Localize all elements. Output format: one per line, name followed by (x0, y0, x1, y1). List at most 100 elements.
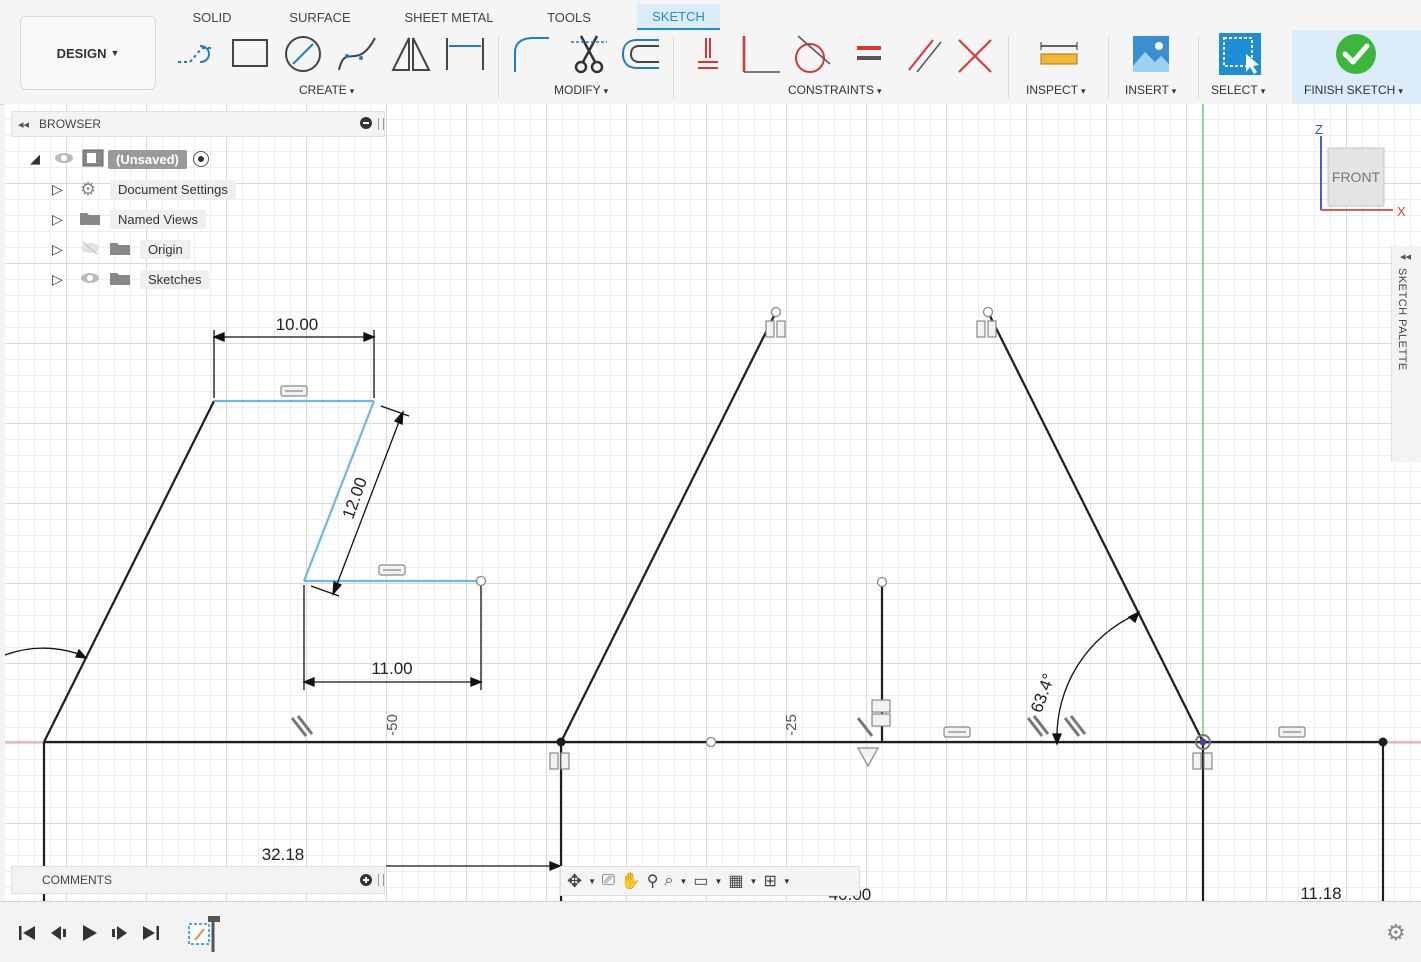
constraints-menu[interactable]: CONSTRAINTS ▾ (788, 83, 882, 97)
tab-sheet-metal[interactable]: SHEET METAL (400, 4, 498, 30)
fillet-tool[interactable] (509, 32, 553, 76)
parallel-tool[interactable] (901, 32, 945, 76)
view-cube[interactable]: FRONT Z X (1305, 118, 1415, 218)
create-menu[interactable]: CREATE ▾ (299, 83, 354, 97)
comments-header[interactable]: COMMENTS (11, 866, 385, 894)
tree-item-named-views[interactable]: ▷ Named Views (52, 208, 206, 230)
tangent-tool[interactable] (790, 32, 834, 76)
dropdown-caret-icon[interactable]: ▼ (714, 877, 722, 886)
spline-tool[interactable] (335, 32, 379, 76)
dimension-tool[interactable] (443, 32, 487, 76)
sketch-points[interactable] (475, 306, 1388, 750)
perpendicular-tool[interactable] (738, 32, 782, 76)
trim-tool[interactable] (567, 32, 611, 76)
timeline-sketch-feature-icon[interactable] (186, 914, 222, 954)
expand-arrow-icon[interactable]: ▷ (52, 271, 80, 288)
plus-icon[interactable] (360, 874, 372, 886)
finish-sketch-menu[interactable]: FINISH SKETCH ▾ (1304, 83, 1403, 97)
inspect-menu[interactable]: INSPECT ▾ (1026, 83, 1086, 97)
minus-icon[interactable] (360, 117, 372, 129)
select-tool[interactable] (1218, 32, 1262, 76)
fix-constraint-tool[interactable] (686, 32, 730, 76)
expand-arrow-icon[interactable]: ▷ (52, 211, 80, 228)
scissors-icon (571, 35, 607, 74)
zoom-icon[interactable]: ⚲ (647, 871, 659, 891)
pan-hand-icon[interactable]: ✋ (621, 871, 641, 891)
left-slant-line[interactable] (43, 400, 215, 743)
tree-root[interactable]: ◢ (Unsaved) (30, 148, 209, 170)
root-component-label[interactable]: (Unsaved) (108, 149, 187, 169)
middle-left-line[interactable] (560, 311, 777, 743)
radio-target-icon[interactable] (192, 151, 209, 167)
tab-sketch[interactable]: SKETCH (637, 4, 720, 30)
look-at-icon[interactable]: ⎚ (602, 872, 615, 890)
circle-tool[interactable] (281, 32, 325, 76)
insert-image-tool[interactable] (1129, 32, 1173, 76)
image-icon (1133, 36, 1169, 72)
viewports-icon[interactable]: ⊞ (763, 871, 776, 891)
sketch-canvas[interactable]: 10.00 11.00 12.00 63.4° 32.18 11.18 40.0… (5, 104, 1421, 901)
step-forward-icon[interactable] (109, 922, 131, 944)
modify-menu[interactable]: MODIFY ▾ (554, 83, 608, 97)
tab-solid[interactable]: SOLID (186, 4, 238, 30)
sketch-palette-tab[interactable]: ◂◂ SKETCH PALETTE (1391, 246, 1421, 462)
collinear-tool[interactable] (953, 32, 997, 76)
dimension-angle[interactable]: 63.4° (1027, 671, 1058, 715)
folder-icon (110, 241, 140, 258)
tab-tools[interactable]: TOOLS (540, 4, 598, 30)
rectangle-tool[interactable] (228, 32, 272, 76)
horizontal-constraint-icon (1278, 726, 1306, 738)
browser-header[interactable]: ◂◂ BROWSER (11, 111, 385, 137)
middle-right-line[interactable] (987, 311, 1204, 743)
rectangle-icon (232, 39, 268, 67)
offset-tool[interactable] (619, 32, 663, 76)
measure-tool[interactable] (1037, 32, 1081, 76)
go-to-end-icon[interactable] (140, 922, 162, 944)
finish-sketch-button[interactable] (1334, 32, 1378, 76)
timeline-settings-gear-icon[interactable]: ⚙ (1386, 920, 1406, 946)
tab-surface[interactable]: SURFACE (284, 4, 356, 30)
dimension-right-offset[interactable]: 11.18 (1300, 884, 1341, 901)
collapse-icon[interactable]: ◂◂ (1400, 250, 1411, 263)
panel-grip-icon[interactable] (378, 874, 384, 886)
display-settings-icon[interactable]: ▭ (693, 871, 708, 891)
eye-icon[interactable] (80, 271, 110, 288)
zoom-window-icon[interactable]: ⌕ (664, 872, 673, 890)
line-tool[interactable] (174, 32, 218, 76)
select-menu[interactable]: SELECT ▾ (1211, 83, 1265, 97)
axis-label-neg25: -25 (783, 714, 800, 736)
dropdown-caret-icon[interactable]: ▼ (783, 877, 791, 886)
collapse-browser-icon[interactable]: ◂◂ (18, 118, 29, 131)
insert-menu[interactable]: INSERT ▾ (1125, 83, 1176, 97)
sketch-geometry[interactable]: 10.00 11.00 12.00 63.4° 32.18 11.18 40.0… (5, 104, 1421, 901)
tree-item-sketches[interactable]: ▷ Sketches (52, 268, 210, 290)
expand-arrow-icon[interactable]: ▷ (52, 181, 80, 198)
expand-triangle-icon[interactable]: ◢ (30, 151, 54, 167)
fillet-icon (514, 37, 549, 72)
coincident-constraint-icon (976, 320, 997, 338)
orbit-icon[interactable]: ✥ (567, 871, 582, 892)
dropdown-caret-icon[interactable]: ▼ (750, 877, 758, 886)
dropdown-caret-icon[interactable]: ▼ (679, 877, 687, 886)
equal-tool[interactable] (847, 32, 891, 76)
folder-icon (80, 211, 110, 228)
mirror-tool[interactable] (389, 32, 433, 76)
dropdown-caret-icon[interactable]: ▼ (588, 877, 596, 886)
dimension-bottom-width[interactable]: 11.00 (371, 659, 412, 678)
play-icon[interactable] (78, 922, 100, 944)
eye-icon[interactable] (54, 151, 82, 168)
parallel-constraint-icon (1026, 715, 1050, 737)
panel-grip-icon[interactable] (378, 118, 384, 130)
design-workspace-button[interactable]: DESIGN ▼ (20, 16, 156, 90)
tree-item-origin[interactable]: ▷ Origin (52, 238, 191, 260)
dimension-top-width[interactable]: 10.00 (276, 315, 319, 334)
eye-hidden-icon[interactable] (80, 240, 110, 258)
go-to-start-icon[interactable] (16, 922, 38, 944)
dimension-left-offset[interactable]: 32.18 (262, 845, 305, 864)
grid-settings-icon[interactable]: ▦ (728, 871, 743, 891)
expand-arrow-icon[interactable]: ▷ (52, 241, 80, 258)
checkmark-icon (1336, 34, 1376, 74)
constraint-glyphs[interactable] (280, 320, 1306, 770)
tree-item-document-settings[interactable]: ▷ ⚙ Document Settings (52, 178, 236, 200)
step-back-icon[interactable] (47, 922, 69, 944)
